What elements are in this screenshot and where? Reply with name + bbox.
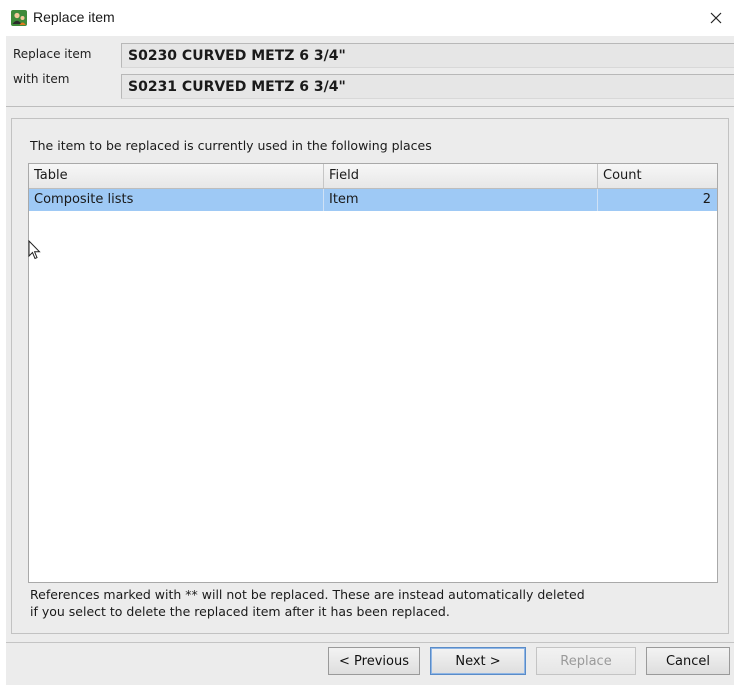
cancel-button[interactable]: Cancel [646, 647, 730, 675]
title-bar: Replace item [0, 0, 734, 36]
cell-count: 2 [702, 192, 711, 207]
with-item-label: with item [13, 72, 70, 86]
note-line-2: if you select to delete the replaced ite… [30, 604, 450, 619]
cell-field: Item [324, 189, 598, 211]
replace-note: References marked with ** will not be re… [30, 586, 720, 620]
column-header-table[interactable]: Table [29, 164, 324, 188]
table-header: Table Field Count [29, 164, 717, 189]
separator [6, 106, 734, 107]
next-button[interactable]: Next > [430, 647, 526, 675]
usage-description: The item to be replaced is currently use… [30, 138, 432, 153]
close-icon [710, 12, 722, 24]
replace-item-label: Replace item [13, 47, 92, 61]
window-title: Replace item [33, 9, 115, 25]
cell-table: Composite lists [29, 189, 324, 211]
note-line-1: References marked with ** will not be re… [30, 587, 585, 602]
usage-table[interactable]: Table Field Count Composite lists Item 2 [28, 163, 718, 583]
user-group-icon [11, 10, 27, 26]
table-row[interactable]: Composite lists Item 2 [29, 189, 717, 211]
replace-button[interactable]: Replace [536, 647, 636, 675]
mouse-pointer-icon [28, 240, 41, 260]
column-header-field[interactable]: Field [324, 164, 598, 188]
replace-item-field: S0230 CURVED METZ 6 3/4" [121, 43, 734, 68]
column-header-count[interactable]: Count [598, 164, 717, 188]
previous-button[interactable]: < Previous [328, 647, 420, 675]
footer-separator [6, 642, 734, 643]
with-item-field: S0231 CURVED METZ 6 3/4" [121, 74, 734, 99]
close-button[interactable] [702, 6, 730, 30]
